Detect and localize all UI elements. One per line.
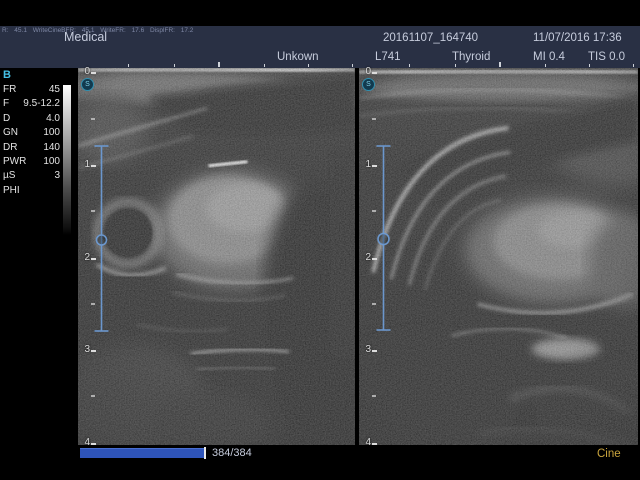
top-ruler-tick: [633, 64, 634, 67]
cine-mode-label: Cine: [597, 448, 621, 460]
imaging-parameters-panel: B FR45 F9.5-12.2 D4.0 GN100 DR140 PWR100…: [3, 69, 60, 198]
param-row-us: µS3: [3, 169, 60, 183]
top-ruler-tick: [128, 64, 129, 67]
depth-label: 2: [361, 252, 371, 263]
param-row-phi: PHI: [3, 184, 60, 198]
top-ruler-center-tick: [218, 62, 220, 67]
top-ruler-tick: [308, 64, 309, 67]
param-row-d: D4.0: [3, 112, 60, 126]
top-ruler-center-tick: [499, 62, 501, 67]
probe-model: L741: [375, 51, 401, 63]
param-row-gn: GN100: [3, 126, 60, 140]
param-row-fr: FR45: [3, 83, 60, 97]
top-ruler-tick: [545, 64, 546, 67]
ultrasound-screen: R: 45.1 WriteCineBFR: 45.1 WriteFR: 17.6…: [0, 0, 640, 480]
ultrasound-image-left: [78, 68, 355, 445]
header-bar: R: 45.1 WriteCineBFR: 45.1 WriteFR: 17.6…: [0, 26, 640, 68]
top-ruler-tick: [174, 64, 175, 67]
depth-label: 2: [80, 252, 90, 263]
datetime: 11/07/2016 17:36: [533, 32, 622, 44]
top-ruler-tick: [352, 64, 353, 67]
param-row-pwr: PWR100: [3, 155, 60, 169]
ultrasound-pane-left[interactable]: 0 1 2 3 4 S: [78, 68, 355, 445]
orientation-marker-icon: S: [81, 78, 94, 91]
depth-label: 1: [80, 159, 90, 170]
depth-label: 0: [361, 66, 371, 77]
depth-label: 0: [80, 66, 90, 77]
cine-position-marker[interactable]: [204, 447, 206, 459]
thermal-index: TIS 0.0: [588, 51, 625, 63]
mechanical-index: MI 0.4: [533, 51, 565, 63]
ultrasound-image-right: [359, 68, 638, 445]
footer-bar: 384/384 Cine: [0, 445, 640, 480]
patient-name: Unkown: [277, 51, 319, 63]
exam-id: 20161107_164740: [383, 32, 478, 44]
param-row-f: F9.5-12.2: [3, 97, 60, 111]
top-ruler-tick: [455, 64, 456, 67]
grayscale-map-bar: [63, 85, 71, 235]
cine-scrubber[interactable]: [80, 448, 204, 458]
top-ruler-tick: [589, 64, 590, 67]
mode-indicator: B: [3, 69, 60, 81]
depth-label: 3: [80, 344, 90, 355]
facility-name: Medical: [64, 30, 107, 44]
depth-label: 3: [361, 344, 371, 355]
exam-preset: Thyroid: [452, 51, 490, 63]
depth-label: 1: [361, 159, 371, 170]
ultrasound-pane-right[interactable]: 0 1 2 3 4 S: [359, 68, 638, 445]
frame-counter: 384/384: [212, 447, 252, 459]
top-ruler-tick: [264, 64, 265, 67]
top-ruler-tick: [409, 64, 410, 67]
orientation-marker-icon: S: [362, 78, 375, 91]
param-row-dr: DR140: [3, 141, 60, 155]
